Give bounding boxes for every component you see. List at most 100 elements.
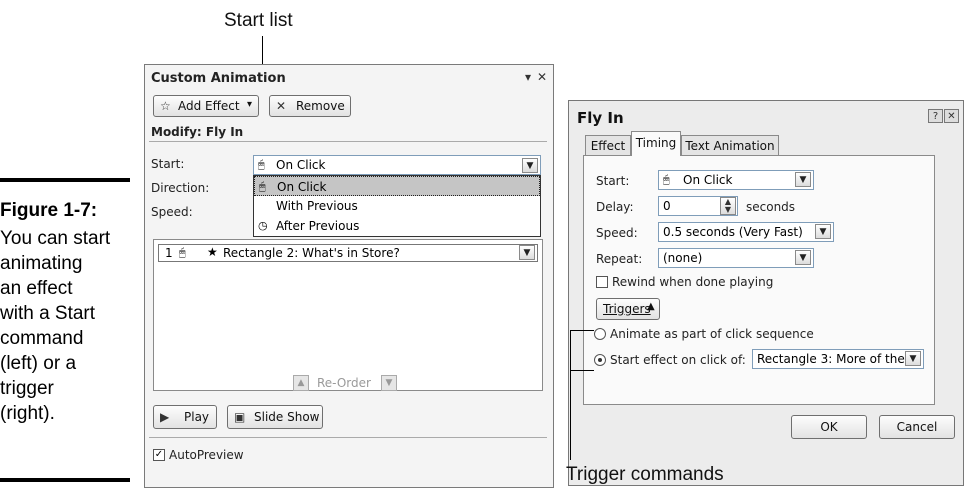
modify-divider: [149, 141, 547, 142]
start-label: Start:: [596, 174, 630, 188]
move-down-icon[interactable]: ▼: [381, 375, 397, 391]
animate-sequence-radio[interactable]: [594, 328, 606, 340]
tab-timing[interactable]: Timing: [631, 131, 681, 156]
trigger-commands-callout: Trigger commands: [566, 464, 724, 485]
pane-title: Custom Animation: [151, 71, 286, 86]
modify-heading: Modify: Fly In: [151, 125, 244, 139]
caption-line: command: [0, 328, 84, 349]
start-option-after-previous[interactable]: ◷ After Previous: [254, 216, 540, 236]
remove-label: Remove: [296, 99, 345, 113]
tab-text-animation[interactable]: Text Animation: [681, 135, 779, 155]
fly-in-effect-icon: ★: [207, 245, 218, 259]
help-icon[interactable]: ?: [928, 109, 943, 123]
delay-spinner[interactable]: ▲ ▼: [720, 197, 736, 215]
start-dropdown-list: 🖱 On Click With Previous ◷ After Previou…: [253, 175, 541, 237]
animate-sequence-label: Animate as part of click sequence: [610, 327, 814, 341]
ok-label: OK: [820, 420, 838, 434]
collapse-icon: ▲: [647, 301, 655, 312]
caption-line: You can start: [0, 228, 111, 249]
caption-line: trigger: [0, 378, 54, 399]
close-icon[interactable]: ✕: [944, 109, 959, 123]
autopreview-checkbox[interactable]: ✓: [153, 449, 165, 461]
direction-label: Direction:: [151, 181, 210, 195]
list-item-number: 1: [165, 246, 173, 260]
trigger-object-value: Rectangle 3: More of the s: [757, 352, 905, 366]
trigger-bracket-top: [570, 330, 594, 331]
autopreview-label: AutoPreview: [169, 448, 244, 462]
slide-show-button[interactable]: ▣ Slide Show: [227, 405, 323, 429]
list-item-text: Rectangle 2: What's in Store?: [223, 246, 400, 260]
start-option-on-click[interactable]: 🖱 On Click: [254, 176, 540, 196]
tab-effect[interactable]: Effect: [585, 135, 631, 155]
triggers-label: Triggers: [603, 302, 651, 316]
mouse-click-icon: 🖱: [258, 158, 265, 171]
slideshow-icon: ▣: [234, 410, 246, 424]
trigger-bracket-vertical: [570, 330, 571, 460]
speed-select[interactable]: 0.5 seconds (Very Fast) ▼: [658, 222, 834, 242]
start-on-click-radio[interactable]: [594, 354, 606, 366]
caption-line: animating: [0, 253, 83, 274]
add-effect-button[interactable]: ☆ Add Effect ▾: [153, 95, 259, 117]
speed-label: Speed:: [151, 205, 193, 219]
delay-input[interactable]: 0 ▲ ▼: [658, 196, 738, 216]
mouse-click-icon: 🖱: [663, 173, 670, 186]
remove-icon: ✕: [276, 99, 287, 113]
caption-line: with a Start: [0, 303, 96, 324]
speed-value: 0.5 seconds (Very Fast): [663, 225, 803, 239]
timing-panel: Start: 🖱 On Click ▼ Delay: 0 ▲ ▼ seconds …: [583, 155, 935, 405]
move-up-icon[interactable]: ▲: [293, 375, 309, 391]
figure-caption: You can start animating an effect with a…: [0, 226, 135, 426]
figure-title: Figure 1-7:: [0, 200, 98, 221]
start-value: On Click: [276, 158, 326, 172]
bottom-divider: [149, 437, 547, 438]
delay-label: Delay:: [596, 200, 634, 214]
animation-list: 1 🖱 ★ Rectangle 2: What's in Store? ▼: [153, 239, 543, 391]
chevron-down-icon[interactable]: ▼: [522, 158, 538, 173]
star-icon: ☆: [160, 99, 171, 113]
repeat-value: (none): [663, 251, 703, 265]
play-icon: ▶: [160, 410, 170, 424]
trigger-object-select[interactable]: Rectangle 3: More of the s ▼: [752, 349, 924, 369]
chevron-down-icon[interactable]: ▼: [795, 250, 811, 265]
mouse-click-icon: 🖱: [179, 246, 186, 259]
chevron-down-icon[interactable]: ▼: [519, 245, 535, 260]
repeat-label: Repeat:: [596, 252, 643, 266]
start-value: On Click: [683, 173, 733, 187]
speed-label: Speed:: [596, 226, 638, 240]
caption-line: (right).: [0, 403, 55, 424]
pane-menu-icon[interactable]: ▾: [525, 70, 531, 84]
list-item[interactable]: 1 🖱 ★ Rectangle 2: What's in Store? ▼: [158, 244, 538, 262]
caption-line: (left) or a: [0, 353, 77, 374]
radio-selected-dot: [598, 358, 602, 362]
cancel-label: Cancel: [896, 420, 938, 434]
ok-button[interactable]: OK: [791, 415, 867, 439]
mouse-click-icon: 🖱: [259, 180, 266, 193]
caption-line: an effect: [0, 278, 73, 299]
chevron-down-icon[interactable]: ▼: [795, 172, 811, 187]
caption-bottom-rule: [0, 478, 130, 482]
play-button[interactable]: ▶ Play: [153, 405, 217, 429]
cancel-button[interactable]: Cancel: [879, 415, 955, 439]
start-select[interactable]: 🖱 On Click ▼: [658, 170, 814, 190]
start-label: Start:: [151, 157, 185, 171]
play-label: Play: [184, 410, 210, 424]
slide-show-label: Slide Show: [254, 410, 320, 424]
close-icon[interactable]: ✕: [537, 70, 547, 84]
fly-in-dialog: Fly In ? ✕ Effect Timing Text Animation …: [568, 100, 964, 486]
chevron-down-icon[interactable]: ▼: [905, 351, 921, 366]
start-select[interactable]: 🖱 On Click ▼: [253, 155, 541, 175]
rewind-label: Rewind when done playing: [612, 275, 774, 289]
delay-value: 0: [663, 199, 671, 213]
remove-button[interactable]: ✕ Remove: [269, 95, 351, 117]
chevron-down-icon[interactable]: ▼: [815, 224, 831, 239]
repeat-select[interactable]: (none) ▼: [658, 248, 814, 268]
clock-icon: ◷: [258, 219, 268, 232]
caption-top-rule: [0, 178, 130, 182]
rewind-checkbox[interactable]: [596, 276, 608, 288]
dialog-title: Fly In: [577, 109, 624, 127]
start-option-with-previous[interactable]: With Previous: [254, 196, 540, 216]
add-effect-label: Add Effect: [178, 99, 240, 113]
triggers-button[interactable]: Triggers ▲: [596, 298, 660, 320]
start-list-callout: Start list: [224, 10, 293, 31]
trigger-bracket-bottom: [570, 370, 594, 371]
